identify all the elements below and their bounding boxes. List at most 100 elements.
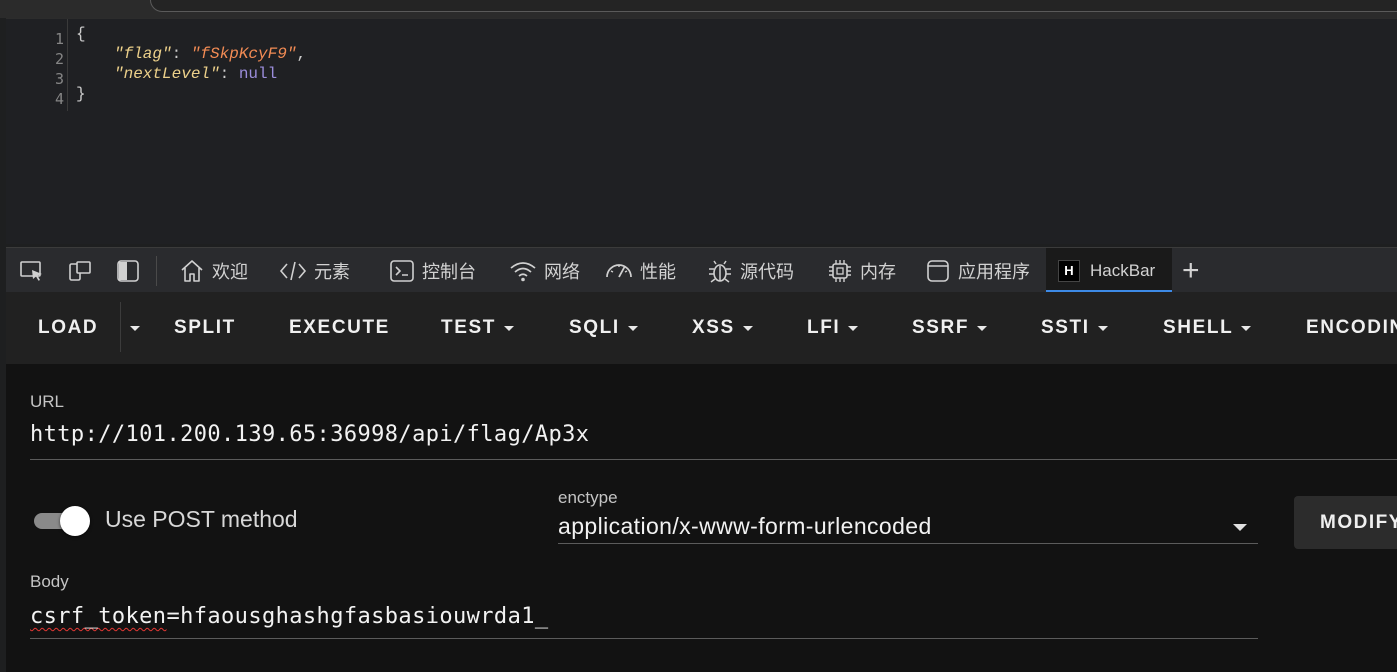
chevron-down-icon [130, 325, 140, 331]
line-number: 1 [54, 30, 64, 48]
tab-label: 应用程序 [958, 261, 1030, 282]
hackbar-menu: LOAD SPLIT EXECUTE TEST SQLI XSS LFI SSR… [6, 292, 1397, 364]
menu-divider [120, 302, 121, 352]
toggle-knob [60, 506, 90, 536]
tab-label: HackBar [1090, 260, 1156, 280]
tab-hackbar[interactable]: H HackBar [1046, 248, 1172, 293]
next-level-key: "nextLevel" [114, 65, 220, 83]
open-brace: { [76, 25, 86, 43]
url-input[interactable]: http://101.200.139.65:36998/api/flag/Ap3… [30, 422, 589, 447]
toggle-sidebar-icon[interactable] [114, 248, 142, 293]
body-label: Body [30, 572, 69, 591]
chevron-down-icon [742, 325, 753, 331]
tab-welcome[interactable]: 欢迎 [178, 248, 248, 293]
body-underline [30, 638, 1258, 639]
spellcheck-underlined-text: csrf_token [30, 604, 167, 629]
code-line-2: "flag": "fSkpKcyF9", [114, 44, 306, 64]
tab-label: 内存 [860, 261, 896, 282]
wifi-icon [510, 261, 536, 281]
tab-label: 元素 [314, 261, 350, 282]
body-input[interactable]: csrf_token=hfaousghashgfasbasiouwrda1_ [30, 604, 549, 629]
devtools-tab-bar: 欢迎 元素 控制台 网络 性能 源代码 内存 应用程序 H HackBar + [6, 247, 1397, 293]
encoding-menu[interactable]: ENCODING [1306, 292, 1397, 364]
tab-label: 网络 [544, 261, 580, 282]
chevron-down-icon [627, 325, 638, 331]
close-brace: } [76, 85, 86, 103]
gauge-icon [606, 263, 632, 277]
flag-value[interactable]: "fSkpKcyF9" [191, 45, 297, 63]
tab-elements[interactable]: 元素 [278, 248, 350, 293]
sqli-menu[interactable]: SQLI [569, 292, 638, 364]
execute-button[interactable]: EXECUTE [289, 292, 390, 364]
menu-label: XSS [692, 317, 735, 338]
chip-icon [829, 259, 851, 282]
tab-memory[interactable]: 内存 [826, 248, 896, 293]
home-icon [181, 259, 203, 282]
tab-sources[interactable]: 源代码 [706, 248, 794, 293]
body-text: =hfaousghashgfasbasiouwrda1_ [166, 604, 549, 629]
tab-console[interactable]: 控制台 [388, 248, 476, 293]
enctype-underline [558, 543, 1258, 544]
line-number-gutter: 1 2 3 4 [6, 24, 68, 124]
post-method-toggle[interactable] [32, 504, 92, 536]
tab-divider [156, 256, 157, 286]
enctype-label: enctype [558, 488, 618, 507]
code-line-3: "nextLevel": null [114, 64, 277, 84]
lfi-menu[interactable]: LFI [807, 292, 859, 364]
menu-label: TEST [441, 317, 496, 338]
next-level-value: null [238, 65, 278, 83]
chevron-down-icon [848, 325, 859, 331]
post-method-label: Use POST method [105, 506, 298, 532]
enctype-select[interactable]: application/x-www-form-urlencoded [558, 513, 932, 540]
line-number: 2 [54, 50, 64, 68]
gutter-separator [67, 19, 68, 111]
device-emulation-icon[interactable] [66, 248, 94, 293]
shell-menu[interactable]: SHELL [1163, 292, 1252, 364]
tab-network[interactable]: 网络 [508, 248, 580, 293]
url-underline [30, 459, 1397, 460]
line-number: 4 [54, 90, 64, 108]
xss-menu[interactable]: XSS [692, 292, 753, 364]
chevron-down-icon [977, 325, 988, 331]
split-button[interactable]: SPLIT [174, 292, 236, 364]
code-line-1: { [76, 24, 86, 44]
add-tab-icon[interactable]: + [1182, 248, 1200, 293]
window-icon [927, 259, 949, 282]
tab-label: 控制台 [422, 261, 476, 282]
code-icon [279, 261, 307, 280]
flag-key: "flag" [114, 45, 172, 63]
load-button[interactable]: LOAD [38, 292, 98, 364]
comma: , [296, 45, 307, 63]
console-icon [390, 259, 414, 282]
bug-icon [709, 260, 731, 283]
tab-performance[interactable]: 性能 [604, 248, 676, 293]
response-code-viewer: 1 2 3 4 { "flag": "fSkpKcyF9", "nextLeve… [6, 18, 1397, 244]
browser-tab-strip [0, 0, 1397, 18]
tab-application[interactable]: 应用程序 [924, 248, 1030, 293]
chevron-down-icon[interactable] [1233, 524, 1247, 531]
load-dropdown-button[interactable] [128, 292, 140, 364]
menu-label: SHELL [1163, 317, 1234, 338]
inspect-element-icon[interactable] [18, 248, 46, 293]
url-label: URL [30, 392, 65, 411]
line-number: 3 [54, 70, 64, 88]
chevron-down-icon [1097, 325, 1108, 331]
tab-label: 性能 [640, 261, 676, 282]
menu-label: LFI [807, 317, 841, 338]
menu-label: SQLI [569, 317, 620, 338]
chevron-down-icon [503, 325, 514, 331]
menu-label: SSRF [912, 317, 970, 338]
tab-label: 源代码 [740, 261, 794, 282]
colon: : [219, 65, 239, 83]
tab-label: 欢迎 [212, 261, 248, 282]
code-line-4: } [76, 84, 86, 104]
ssrf-menu[interactable]: SSRF [912, 292, 988, 364]
test-menu[interactable]: TEST [441, 292, 514, 364]
modify-button[interactable]: MODIFY [1294, 496, 1397, 549]
colon: : [171, 45, 191, 63]
chevron-down-icon [1241, 325, 1252, 331]
ssti-menu[interactable]: SSTI [1041, 292, 1108, 364]
browser-address-tab[interactable] [150, 0, 1397, 12]
menu-label: SSTI [1041, 317, 1090, 338]
hackbar-panel: URL http://101.200.139.65:36998/api/flag… [6, 364, 1397, 672]
